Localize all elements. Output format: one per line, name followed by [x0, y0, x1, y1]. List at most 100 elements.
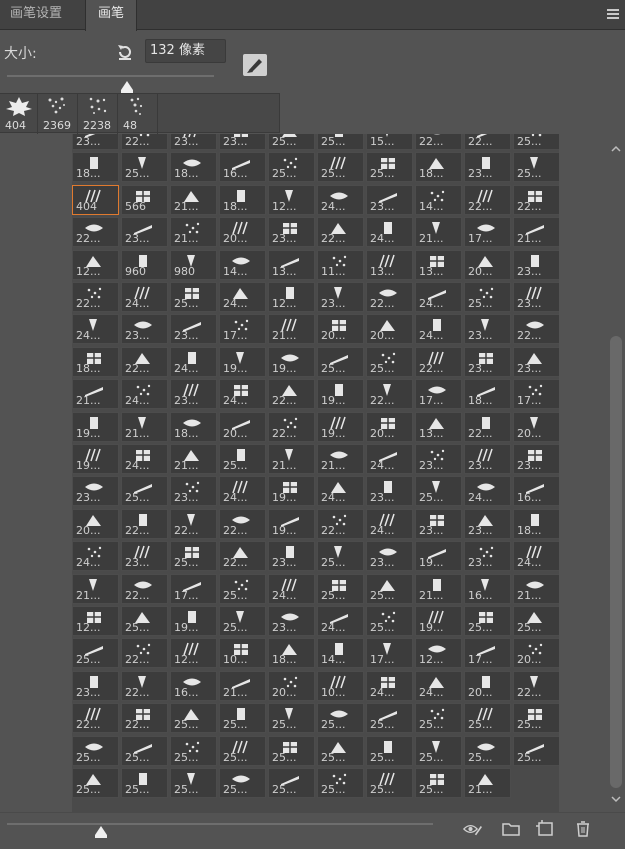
- brush-tip-cell[interactable]: 21...: [268, 314, 315, 345]
- thumbnail-size-slider[interactable]: [7, 823, 433, 825]
- brush-tip-cell[interactable]: 13...: [415, 411, 462, 442]
- brush-tip-cell[interactable]: 24...: [121, 282, 168, 312]
- brush-tip-cell[interactable]: 21...: [170, 444, 217, 474]
- brush-tip-cell[interactable]: 22...: [121, 346, 168, 377]
- brush-tip-cell[interactable]: 25...: [317, 541, 364, 572]
- brush-tip-cell[interactable]: 25...: [121, 476, 168, 507]
- brush-tip-cell[interactable]: 24...: [219, 379, 266, 410]
- brush-tip-cell[interactable]: 24...: [219, 476, 266, 507]
- brush-tip-cell[interactable]: 23...: [415, 444, 462, 474]
- brush-tip-cell[interactable]: 22...: [513, 314, 559, 345]
- brush-tip-cell[interactable]: 25...: [268, 768, 315, 798]
- brush-tip-cell[interactable]: 23...: [513, 282, 559, 312]
- brush-tip-cell[interactable]: 19...: [268, 508, 315, 539]
- brush-tip-cell[interactable]: 10...: [317, 670, 364, 701]
- brush-tip-cell[interactable]: 25...: [366, 703, 413, 734]
- brush-tip-cell[interactable]: 23...: [170, 379, 217, 410]
- brush-tip-cell[interactable]: 22...: [415, 134, 462, 150]
- brush-tip-cell[interactable]: 24...: [366, 670, 413, 701]
- brush-tip-cell[interactable]: 21...: [219, 670, 266, 701]
- brush-tip-cell[interactable]: 16...: [513, 476, 559, 507]
- brush-tip-cell[interactable]: 13...: [415, 249, 462, 280]
- brush-tip-cell[interactable]: 12...: [268, 282, 315, 312]
- brush-tip-cell[interactable]: 18...: [219, 184, 266, 215]
- brush-tip-cell[interactable]: 24...: [72, 314, 119, 345]
- brush-tip-cell[interactable]: 566: [121, 184, 168, 215]
- brush-tip-cell[interactable]: 22...: [317, 217, 364, 248]
- brush-tip-cell[interactable]: 25...: [268, 134, 315, 150]
- brush-tip-cell[interactable]: 23...: [513, 249, 559, 280]
- brush-tip-cell[interactable]: 22...: [464, 184, 511, 215]
- brush-tip-cell[interactable]: 11...: [317, 249, 364, 280]
- brush-tip-cell[interactable]: 23...: [170, 134, 217, 150]
- brush-tip-cell[interactable]: 25...: [317, 573, 364, 604]
- brush-tip-cell[interactable]: 22...: [317, 508, 364, 539]
- brush-tip-cell[interactable]: 17...: [513, 379, 559, 410]
- brush-tip-cell[interactable]: 12...: [268, 184, 315, 215]
- recent-brush[interactable]: 48: [118, 94, 158, 134]
- brush-tip-cell[interactable]: 22...: [72, 217, 119, 248]
- brush-tip-cell[interactable]: 25...: [219, 703, 266, 734]
- brush-tip-cell[interactable]: 25...: [366, 152, 413, 183]
- brush-tip-cell[interactable]: 23...: [121, 217, 168, 248]
- brush-tip-cell[interactable]: 25...: [121, 768, 168, 798]
- brush-tip-cell[interactable]: 25...: [366, 768, 413, 798]
- size-input[interactable]: 132 像素: [145, 39, 226, 63]
- brush-tip-cell[interactable]: 21...: [513, 217, 559, 248]
- brush-tip-cell[interactable]: 25...: [317, 346, 364, 377]
- brush-pose-icon[interactable]: [243, 54, 267, 76]
- brush-tip-cell[interactable]: 22...: [513, 670, 559, 701]
- brush-tip-cell[interactable]: 20...: [513, 638, 559, 669]
- brush-tip-cell[interactable]: 20...: [366, 314, 413, 345]
- brush-tip-cell[interactable]: 24...: [366, 508, 413, 539]
- brush-tip-cell[interactable]: 18...: [415, 152, 462, 183]
- brush-tip-cell[interactable]: 22...: [72, 282, 119, 312]
- brush-tip-cell[interactable]: 25...: [121, 606, 168, 636]
- brush-tip-cell[interactable]: 22...: [121, 703, 168, 734]
- brush-tip-cell[interactable]: 25...: [513, 134, 559, 150]
- panel-menu-icon[interactable]: [607, 9, 619, 19]
- brush-tip-cell[interactable]: 24...: [219, 282, 266, 312]
- brush-tip-cell[interactable]: 20...: [366, 411, 413, 442]
- brush-tip-cell[interactable]: 21...: [317, 444, 364, 474]
- brush-tip-cell[interactable]: 20...: [464, 249, 511, 280]
- brush-tip-cell[interactable]: 25...: [464, 282, 511, 312]
- brush-tip-cell[interactable]: 25...: [219, 735, 266, 766]
- new-brush-icon[interactable]: [536, 820, 556, 838]
- brush-tip-cell[interactable]: 25...: [121, 152, 168, 183]
- brush-tip-cell[interactable]: 22...: [415, 346, 462, 377]
- brush-tip-cell[interactable]: 19...: [72, 444, 119, 474]
- tab-brush[interactable]: 画笔: [85, 0, 137, 31]
- tab-brush-settings[interactable]: 画笔设置: [0, 0, 72, 30]
- brush-tip-cell[interactable]: 23...: [268, 606, 315, 636]
- brush-tip-cell[interactable]: 23...: [268, 217, 315, 248]
- brush-tip-cell[interactable]: 25...: [366, 606, 413, 636]
- brush-tip-cell[interactable]: 17...: [366, 638, 413, 669]
- brush-tip-cell[interactable]: 24...: [121, 444, 168, 474]
- brush-tip-cell[interactable]: 25...: [170, 541, 217, 572]
- brush-tip-cell[interactable]: 16...: [464, 573, 511, 604]
- brush-tip-cell[interactable]: 23...: [464, 346, 511, 377]
- brush-tip-cell[interactable]: 23...: [366, 184, 413, 215]
- brush-tip-cell[interactable]: 22...: [121, 134, 168, 150]
- brush-tip-cell[interactable]: 25...: [268, 703, 315, 734]
- brush-tip-cell[interactable]: 20...: [317, 314, 364, 345]
- brush-tip-cell[interactable]: 24...: [170, 346, 217, 377]
- brush-tip-cell[interactable]: 17...: [464, 638, 511, 669]
- brush-tip-cell[interactable]: 25...: [366, 573, 413, 604]
- brush-tip-cell[interactable]: 23...: [121, 314, 168, 345]
- toggle-brush-preview-icon[interactable]: [463, 820, 483, 838]
- brush-tip-cell[interactable]: 25...: [170, 282, 217, 312]
- brush-tip-cell[interactable]: 404: [72, 184, 119, 215]
- brush-tip-cell[interactable]: 24...: [415, 670, 462, 701]
- brush-tip-cell[interactable]: 22...: [121, 670, 168, 701]
- brush-tip-cell[interactable]: 23...: [170, 476, 217, 507]
- brush-tip-cell[interactable]: 14...: [219, 249, 266, 280]
- brush-tip-cell[interactable]: 25...: [317, 152, 364, 183]
- brush-tip-cell[interactable]: 17...: [415, 379, 462, 410]
- brush-tip-cell[interactable]: 23...: [72, 670, 119, 701]
- brush-tip-cell[interactable]: 23...: [464, 314, 511, 345]
- brush-tip-cell[interactable]: 24...: [513, 541, 559, 572]
- brush-tip-cell[interactable]: 24...: [366, 444, 413, 474]
- brush-tip-cell[interactable]: 22...: [121, 638, 168, 669]
